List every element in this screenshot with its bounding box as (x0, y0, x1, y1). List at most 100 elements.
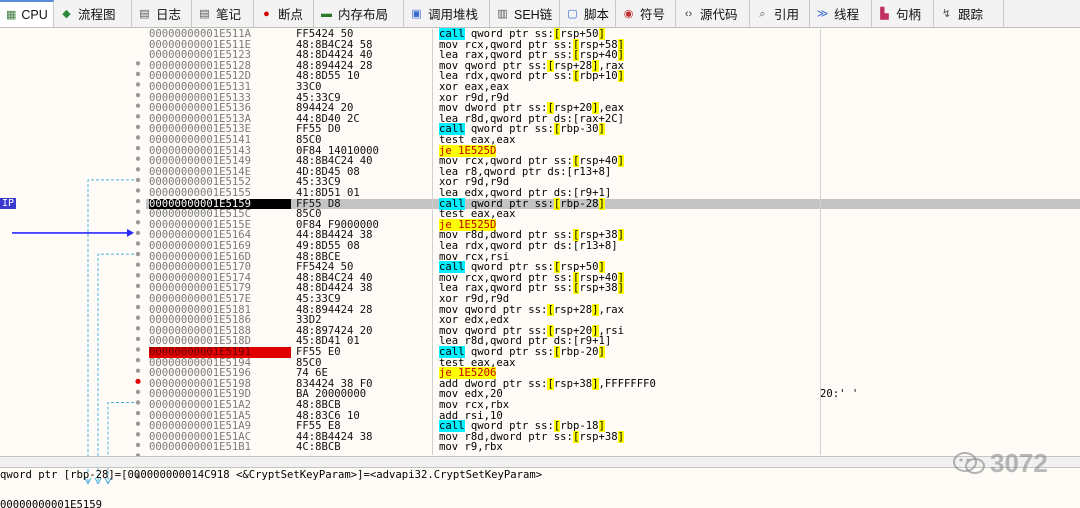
row-dot (135, 442, 141, 448)
flowchart-icon: ◆ (62, 7, 71, 20)
disasm-row[interactable]: 00000000001E5169 49:8D55 08 lea rdx,qword … (146, 241, 1080, 252)
instruction-address: 00000000001E5131 (149, 81, 252, 93)
disasm-row[interactable]: 00000000001E513E FF55 D0 call qword ptr ss… (146, 123, 1080, 136)
tab-handles[interactable]: ▙ 句柄 (872, 0, 934, 27)
tab-memory-map[interactable]: ▬ 内存布局 (314, 0, 404, 27)
disasm-row[interactable]: 00000000001E516D 48:8BCE mov rcx,rsi (146, 251, 1080, 263)
breakpoint-icon: ● (263, 7, 270, 20)
disasm-row[interactable]: 00000000001E512D 48:8D55 10 lea rdx,qword … (146, 70, 1080, 83)
row-dot (135, 71, 141, 77)
disasm-row[interactable]: 00000000001E5141 85C0 test eax,eax (146, 135, 1080, 146)
tab-label: CPU (21, 7, 48, 22)
disasm-row[interactable]: 00000000001E518D 45:8D41 01 lea r8d,qword … (146, 336, 1080, 347)
row-dot (135, 304, 141, 310)
disasm-row[interactable]: 00000000001E513A 44:8D40 2C lea r8d,qword … (146, 113, 1080, 125)
row-dot (135, 294, 141, 299)
row-dot (135, 114, 141, 119)
row-dot (135, 283, 141, 289)
tab-trace[interactable]: ↯ 跟踪 (934, 0, 1004, 27)
disasm-row[interactable]: 00000000001E5198 834424 38 F0 add dword pt… (146, 377, 1080, 390)
disasm-row[interactable]: 00000000001E519D BA 20000000 mov edx,20 20:… (146, 389, 1080, 400)
row-dot (135, 421, 141, 426)
notes-icon: ▤ (199, 7, 210, 20)
tab-log[interactable]: ▤ 日志 (132, 0, 192, 27)
seh-icon: ▥ (497, 7, 508, 20)
tab-label: 笔记 (216, 8, 242, 22)
info-line-address: 00000000001E5159 (0, 499, 103, 508)
disasm-row[interactable]: 00000000001E51B1 4C:8BCB mov r9,rbx (146, 442, 1080, 453)
disasm-row[interactable]: 00000000001E5149 48:8B4C24 40 mov rcx,qwor… (146, 155, 1080, 168)
disasm-row[interactable]: 00000000001E51AC 44:8B4424 38 mov r8d,dwor… (146, 430, 1080, 443)
row-dot (135, 230, 141, 236)
row-dot (135, 273, 141, 278)
instruction-bytes: 49:8D55 08 (296, 240, 360, 252)
pane-splitter[interactable] (0, 456, 1080, 468)
row-dot (135, 103, 141, 108)
instruction-bytes: 85C0 (296, 134, 322, 146)
row-dot (135, 92, 141, 98)
tab-label: 流程图 (78, 8, 116, 22)
tab-seh[interactable]: ▥ SEH链 (490, 0, 560, 27)
tab-label: 断点 (278, 8, 304, 22)
disassembly-view[interactable]: 00000000001E511A FF5424 50 call qword ptr … (146, 28, 1080, 455)
row-dot (135, 124, 141, 130)
row-dot (135, 315, 141, 320)
disasm-row[interactable]: 00000000001E51A5 48:83C6 10 add rsi,10 (146, 410, 1080, 422)
instruction-address: 00000000001E5155 (149, 187, 252, 199)
column-separator (820, 29, 821, 455)
jump-arrows (12, 61, 141, 484)
log-icon: ▤ (139, 7, 150, 20)
tab-breakpoint[interactable]: ● 断点 (254, 0, 314, 27)
row-dot (135, 145, 141, 151)
row-dot (135, 400, 141, 405)
disasm-row[interactable]: 00000000001E5152 45:33C9 xor r9d,r9d (146, 177, 1080, 188)
disasm-row[interactable]: 00000000001E5181 48:894424 28 mov qword pt… (146, 303, 1080, 316)
instruction-text: test eax,eax (439, 356, 516, 369)
tab-flowchart[interactable]: ◆ 流程图 (54, 0, 132, 27)
row-dot (135, 188, 141, 193)
row-dot (135, 61, 141, 66)
row-dot (135, 389, 141, 395)
tab-notes[interactable]: ▤ 笔记 (192, 0, 254, 27)
row-dot (135, 198, 141, 204)
instruction-address: 00000000001E51A2 (149, 399, 252, 411)
disasm-row[interactable]: 00000000001E515C 85C0 test eax,eax (146, 209, 1080, 220)
disasm-row[interactable]: 00000000001E5179 48:8D4424 38 lea rax,qwor… (146, 282, 1080, 295)
breakpoint-dot (135, 378, 141, 384)
tab-script[interactable]: ▢ 脚本 (560, 0, 616, 27)
instruction-bytes: FF55 E0 (296, 346, 341, 358)
row-dot (135, 410, 141, 416)
instruction-text: test eax,eax (439, 134, 516, 146)
memory-map-icon: ▬ (321, 7, 332, 20)
instruction-address: 00000000001E511A (149, 28, 252, 40)
disasm-row[interactable]: 00000000001E5159 FF55 D8 call qword ptr ss… (146, 197, 1080, 210)
instruction-comment: 20:' ' (820, 388, 859, 401)
tab-cpu[interactable]: ▦ CPU (0, 0, 54, 27)
disasm-row[interactable]: 00000000001E5188 48:897424 20 mov qword pt… (146, 324, 1080, 337)
tab-call-stack[interactable]: ▣ 调用堆栈 (404, 0, 490, 27)
tab-symbols[interactable]: ◉ 符号 (616, 0, 676, 27)
row-dot (135, 368, 141, 373)
tab-threads[interactable]: ≫ 线程 (810, 0, 872, 27)
row-dot (135, 209, 141, 214)
instruction-address: 00000000001E5141 (149, 134, 252, 146)
handles-icon: ▙ (880, 7, 889, 20)
disasm-row[interactable]: 00000000001E5191 FF55 E0 call qword ptr ss… (146, 346, 1080, 358)
jump-arrow-gutter (0, 29, 146, 484)
instruction-address: 00000000001E517E (149, 293, 252, 305)
disasm-row[interactable]: 00000000001E51A2 48:8BCB mov rcx,rbx (146, 400, 1080, 411)
tab-references[interactable]: ⌕ 引用 (750, 0, 810, 27)
tab-label: 脚本 (583, 8, 609, 22)
row-dot (135, 167, 141, 172)
watermark: 3072 (952, 448, 1078, 478)
disasm-row[interactable]: 00000000001E5155 41:8D51 01 lea edx,qword … (146, 188, 1080, 199)
disasm-row[interactable]: 00000000001E5194 85C0 test eax,eax (146, 356, 1080, 369)
instruction-address: 00000000001E5191 (149, 347, 291, 358)
jump-arrow-line (87, 179, 134, 484)
tab-source[interactable]: ‹› 源代码 (676, 0, 750, 27)
disasm-row[interactable]: 00000000001E514E 4D:8D45 08 lea r8,qword p… (146, 166, 1080, 178)
disasm-row[interactable]: 00000000001E5131 33C0 xor eax,eax (146, 82, 1080, 93)
instruction-pointer-label: IP (0, 198, 17, 209)
threads-icon: ≫ (816, 7, 829, 20)
row-dot (135, 432, 141, 437)
